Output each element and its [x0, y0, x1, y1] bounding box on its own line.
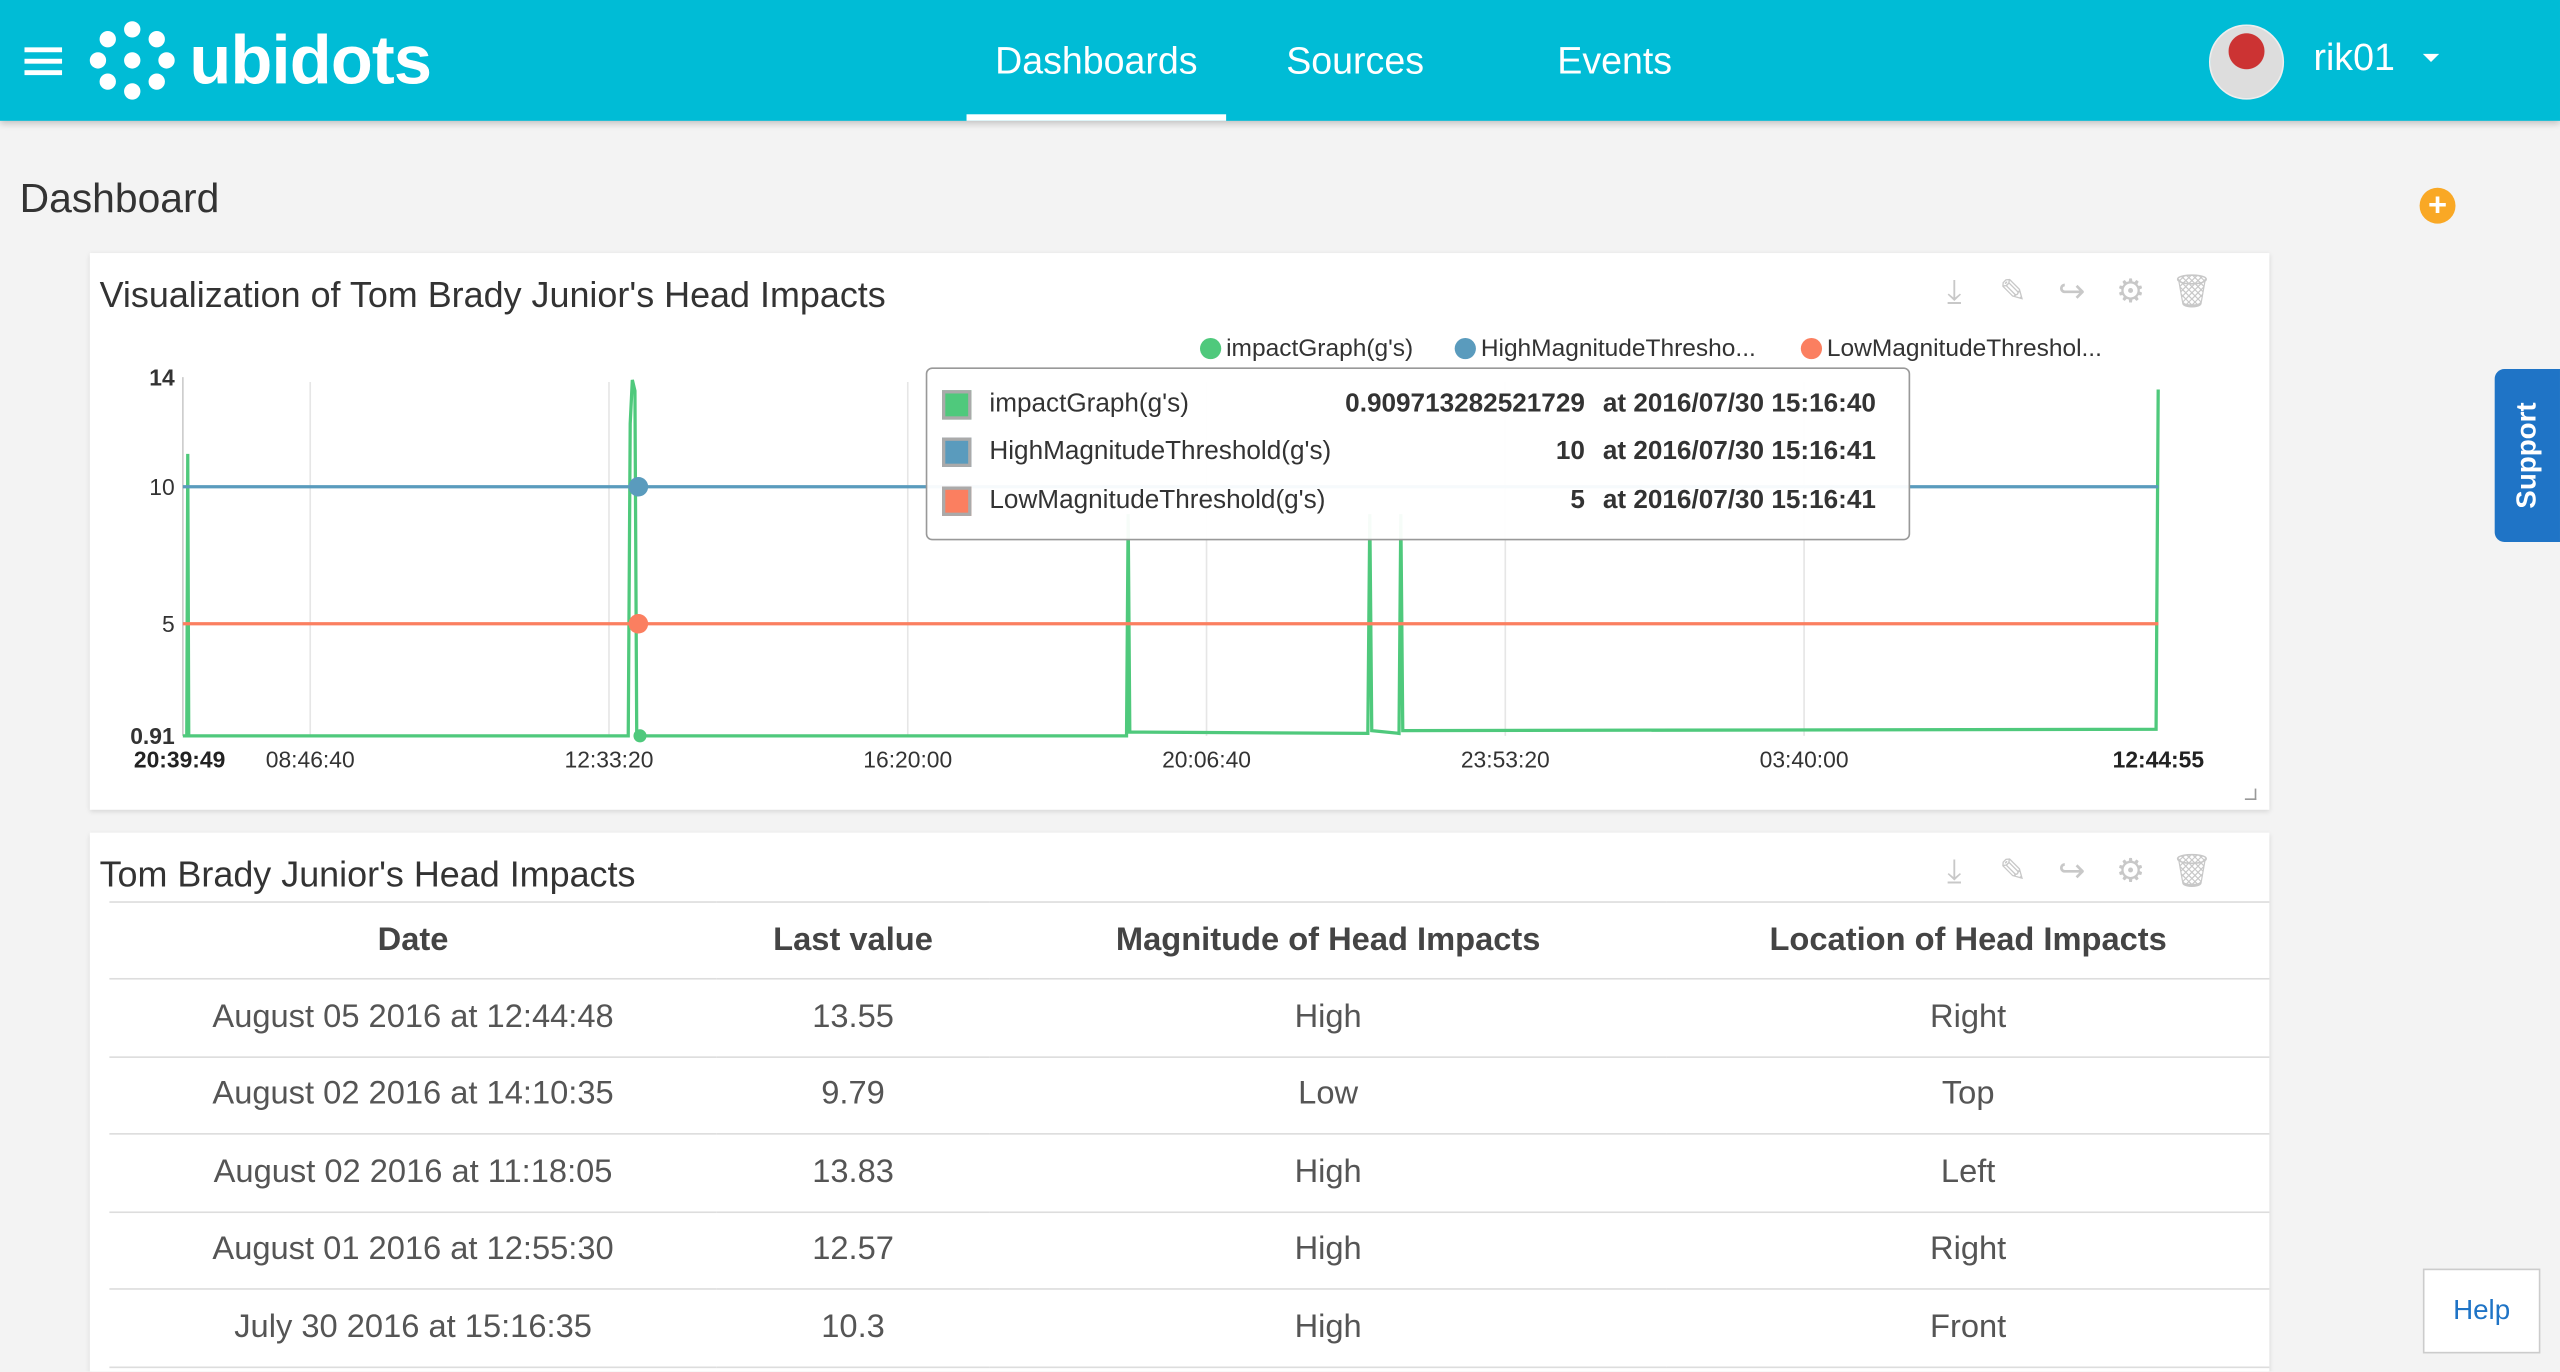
legend-dot-icon [1454, 337, 1476, 360]
table-cell: Right [1666, 1211, 2270, 1290]
table-cell: 13.83 [716, 1133, 990, 1213]
column-header[interactable]: Last value [716, 901, 990, 980]
logo-text: ubidots [189, 21, 432, 98]
tooltip-row: impactGraph(g's) 0.909713282521729 at 2016… [942, 387, 1876, 423]
chart-tooltip: impactGraph(g's) 0.909713282521729 at 2016… [925, 367, 1911, 541]
table-cell: 12.57 [716, 1211, 990, 1290]
support-label: Support [2511, 402, 2543, 509]
table-cell: High [989, 1211, 1667, 1290]
table-cell: High [989, 1288, 1667, 1368]
column-header[interactable]: Location of Head Impacts [1666, 901, 2270, 980]
tooltip-name: LowMagnitudeThreshold(g's) [989, 486, 1326, 515]
table-cell: 9.79 [716, 1056, 990, 1135]
legend-dot-icon [1199, 337, 1222, 360]
tooltip-value: 5 [1570, 486, 1585, 515]
ubidots-logo[interactable]: ubidots [88, 20, 432, 102]
pencil-icon[interactable]: ✎ [1995, 274, 2031, 310]
legend-label: LowMagnitudeThreshol... [1826, 334, 2102, 363]
legend-item[interactable]: LowMagnitudeThreshol... [1800, 334, 2102, 363]
table-cell: High [989, 1133, 1667, 1213]
legend-item[interactable]: HighMagnitudeThresho... [1454, 334, 1756, 363]
table-row[interactable]: August 02 2016 at 11:18:05 13.83 High Left [109, 1133, 2270, 1213]
logo-dots-icon [89, 21, 175, 100]
table-widget: Tom Brady Junior's Head Impacts ⤓ ✎ ↪ ⚙ 🗑 Da… [89, 832, 2270, 1372]
widget-title: Visualization of Tom Brady Junior's Head… [99, 274, 886, 316]
plus-circle-icon[interactable]: + [2419, 187, 2456, 224]
tooltip-row: LowMagnitudeThreshold(g's) 5 at 2016/07/30… [942, 483, 1876, 519]
tooltip-time: at 2016/07/30 15:16:41 [1602, 486, 1876, 515]
table-cell: Front [1666, 1288, 2270, 1368]
table-row[interactable]: August 01 2016 at 12:55:30 12.57 High Right [109, 1211, 2270, 1290]
table-cell: 13.55 [716, 978, 990, 1058]
gear-icon[interactable]: ⚙ [2113, 274, 2149, 310]
avatar[interactable] [2208, 24, 2285, 100]
tooltip-time: at 2016/07/30 15:16:40 [1602, 390, 1876, 418]
table-cell: Top [1666, 1056, 2270, 1135]
share-icon[interactable]: ↪ [2054, 854, 2090, 890]
table-cell: Right [1666, 978, 2270, 1058]
table-cell: August 01 2016 at 12:55:30 [109, 1211, 717, 1290]
legend-dot-icon [1800, 337, 1823, 360]
tooltip-row: HighMagnitudeThreshold(g's) 10 at 2016/07/… [942, 434, 1876, 470]
table-cell: August 05 2016 at 12:44:48 [109, 978, 717, 1058]
swatch-icon [942, 486, 972, 516]
table-cell: High [989, 978, 1667, 1058]
swatch-icon [942, 437, 972, 467]
legend-label: impactGraph(g's) [1226, 334, 1414, 363]
page-title: Dashboard [19, 176, 220, 223]
pencil-icon[interactable]: ✎ [1995, 854, 2031, 890]
table-row[interactable]: July 30 2016 at 15:16:35 10.3 High Front [109, 1288, 2270, 1368]
table-cell: August 02 2016 at 14:10:35 [109, 1056, 717, 1135]
table-cell: August 02 2016 at 11:18:05 [109, 1133, 717, 1213]
tooltip-time: at 2016/07/30 15:16:41 [1602, 437, 1876, 466]
trash-icon[interactable]: 🗑 [2171, 854, 2212, 890]
table-cell: July 30 2016 at 15:16:35 [109, 1288, 717, 1368]
legend-label: HighMagnitudeThresho... [1480, 334, 1756, 363]
table-row[interactable]: August 02 2016 at 14:10:35 9.79 Low Top [109, 1056, 2270, 1135]
top-navbar: ubidots Dashboards Sources Events rik01 [0, 0, 2560, 121]
trash-icon[interactable]: 🗑 [2171, 274, 2212, 310]
caret-down-icon[interactable] [2422, 53, 2440, 63]
gear-icon[interactable]: ⚙ [2113, 854, 2149, 890]
table-cell: Low [989, 1056, 1667, 1135]
column-header[interactable]: Magnitude of Head Impacts [989, 901, 1667, 980]
help-button[interactable]: Help [2422, 1268, 2541, 1354]
legend-item[interactable]: impactGraph(g's) [1199, 334, 1414, 363]
tooltip-value: 10 [1555, 437, 1585, 466]
swatch-icon [942, 390, 972, 420]
share-icon[interactable]: ↪ [2054, 274, 2090, 310]
widget-title: Tom Brady Junior's Head Impacts [99, 853, 636, 895]
download-icon[interactable]: ⤓ [1936, 854, 1972, 890]
hamburger-menu-icon[interactable] [24, 47, 63, 75]
impacts-table: Date Last value Magnitude of Head Impact… [109, 901, 2270, 1368]
table-cell: 10.3 [716, 1288, 990, 1368]
tooltip-value: 0.909713282521729 [1345, 390, 1585, 418]
username[interactable]: rik01 [2313, 36, 2394, 80]
widget-toolbar: ⤓ ✎ ↪ ⚙ 🗑 [1936, 854, 2213, 890]
widget-toolbar: ⤓ ✎ ↪ ⚙ 🗑 [1936, 274, 2213, 310]
download-icon[interactable]: ⤓ [1936, 274, 1972, 310]
nav-sources[interactable]: Sources [1257, 0, 1453, 121]
support-tab[interactable]: Support [2494, 368, 2560, 543]
nav-dashboards[interactable]: Dashboards [966, 0, 1227, 121]
column-header[interactable]: Date [109, 901, 717, 980]
tooltip-name: HighMagnitudeThreshold(g's) [989, 437, 1332, 466]
table-row[interactable]: August 05 2016 at 12:44:48 13.55 High Right [109, 978, 2270, 1058]
resize-handle[interactable] [2244, 788, 2257, 800]
nav-events[interactable]: Events [1518, 0, 1711, 121]
tooltip-name: impactGraph(g's) [989, 390, 1189, 418]
table-cell: Left [1666, 1133, 2270, 1213]
